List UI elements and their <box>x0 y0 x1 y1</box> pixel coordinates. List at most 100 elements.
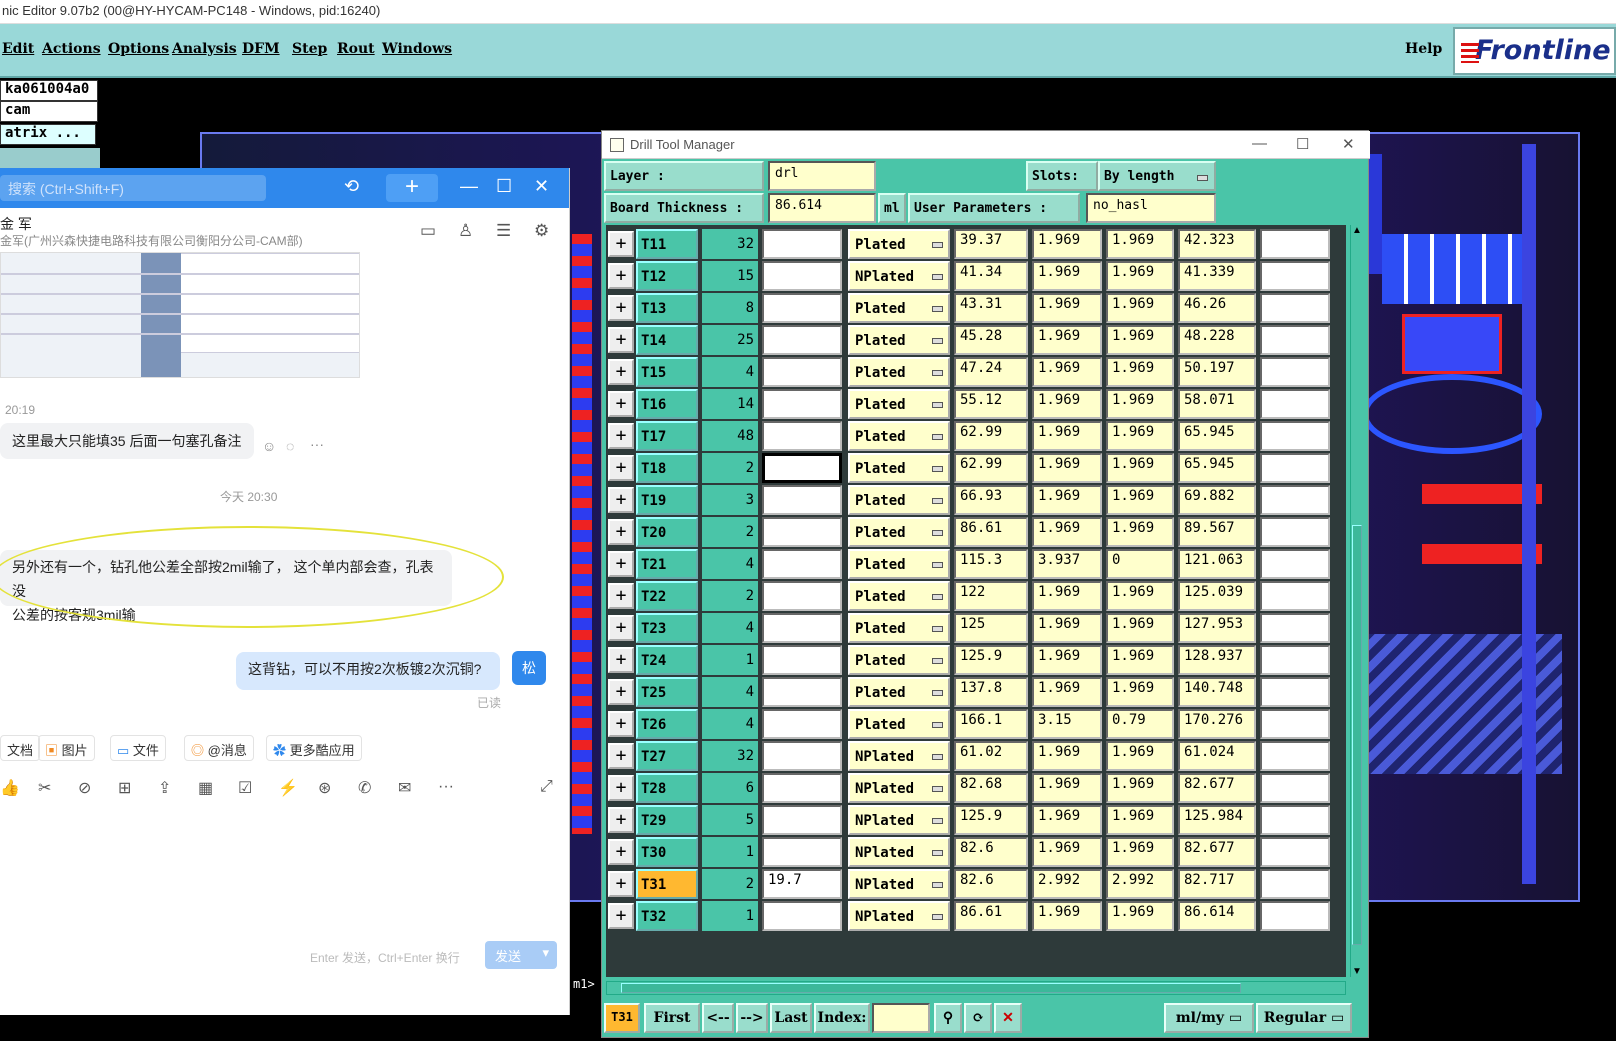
minimize-icon[interactable]: — <box>1252 135 1267 152</box>
type-select[interactable]: NPlated <box>848 773 950 803</box>
drill-size-field[interactable]: 137.8 <box>954 677 1028 707</box>
chat-search-input[interactable]: 搜索 (Ctrl+Shift+F) <box>0 175 266 201</box>
table-row[interactable]: + T25 4 Plated 137.8 1.969 1.969 140.748 <box>606 677 1346 709</box>
refresh-icon[interactable]: ⟳ <box>964 1003 992 1033</box>
slots-select[interactable]: By length <box>1098 161 1216 191</box>
type-select[interactable]: Plated <box>848 613 950 643</box>
drill-result-field[interactable]: 65.945 <box>1178 421 1256 451</box>
extra-field[interactable] <box>1260 741 1330 771</box>
image-message-thumbnail[interactable] <box>0 252 360 378</box>
menu-actions[interactable]: Actions <box>42 41 101 57</box>
tool-name[interactable]: T32 <box>636 901 698 931</box>
tol-plus-field[interactable]: 1.969 <box>1032 677 1102 707</box>
expand-row-icon[interactable]: + <box>608 743 634 769</box>
expand-row-icon[interactable]: + <box>608 263 634 289</box>
expand-row-icon[interactable]: + <box>608 391 634 417</box>
tool-name[interactable]: T20 <box>636 517 698 547</box>
drill-result-field[interactable]: 125.984 <box>1178 805 1256 835</box>
tol-plus-field[interactable]: 1.969 <box>1032 613 1102 643</box>
task-icon[interactable]: ☑ <box>238 778 252 798</box>
history-icon[interactable]: ⟲ <box>344 176 359 197</box>
layer-field[interactable]: drl <box>768 161 876 191</box>
slash-icon[interactable]: ⊘ <box>78 778 91 798</box>
expand-row-icon[interactable]: + <box>608 231 634 257</box>
next-button[interactable]: --> <box>736 1003 768 1033</box>
finish-size-field[interactable] <box>762 645 842 675</box>
expand-row-icon[interactable]: + <box>608 615 634 641</box>
finish-size-field[interactable] <box>762 741 842 771</box>
tool-name[interactable]: T27 <box>636 741 698 771</box>
folder-icon[interactable]: ▭ <box>420 221 436 241</box>
calendar-icon[interactable]: ▦ <box>198 778 213 798</box>
menu-rout[interactable]: Rout <box>337 41 375 57</box>
extra-field[interactable] <box>1260 869 1330 899</box>
menu-step[interactable]: Step <box>292 41 327 57</box>
tol-plus-field[interactable]: 1.969 <box>1032 421 1102 451</box>
type-select[interactable]: NPlated <box>848 837 950 867</box>
drill-result-field[interactable]: 86.614 <box>1178 901 1256 931</box>
gear-icon[interactable]: ⚙ <box>534 221 549 241</box>
type-select[interactable]: Plated <box>848 581 950 611</box>
extra-field[interactable] <box>1260 229 1330 259</box>
tool-name[interactable]: T13 <box>636 293 698 323</box>
table-row[interactable]: + T21 4 Plated 115.3 3.937 0 121.063 <box>606 549 1346 581</box>
tol-minus-field[interactable]: 1.969 <box>1106 357 1174 387</box>
tol-minus-field[interactable]: 1.969 <box>1106 421 1174 451</box>
type-select[interactable]: Plated <box>848 549 950 579</box>
type-select[interactable]: NPlated <box>848 901 950 931</box>
expand-row-icon[interactable]: + <box>608 455 634 481</box>
doc-add-icon[interactable]: ⊞ <box>118 778 131 798</box>
type-select[interactable]: Plated <box>848 421 950 451</box>
more-icon[interactable]: ··· <box>310 436 324 452</box>
finish-size-field[interactable] <box>762 421 842 451</box>
finish-size-field[interactable]: 19.7 <box>762 869 842 899</box>
table-row[interactable]: + T20 2 Plated 86.61 1.969 1.969 89.567 <box>606 517 1346 549</box>
tool-name[interactable]: T25 <box>636 677 698 707</box>
table-row[interactable]: + T23 4 Plated 125 1.969 1.969 127.953 <box>606 613 1346 645</box>
table-row[interactable]: + T22 2 Plated 122 1.969 1.969 125.039 <box>606 581 1346 613</box>
extra-field[interactable] <box>1260 581 1330 611</box>
drill-result-field[interactable]: 128.937 <box>1178 645 1256 675</box>
tol-minus-field[interactable]: 1.969 <box>1106 261 1174 291</box>
extra-field[interactable] <box>1260 421 1330 451</box>
tol-minus-field[interactable]: 0 <box>1106 549 1174 579</box>
expand-row-icon[interactable]: + <box>608 551 634 577</box>
tool-name[interactable]: T11 <box>636 229 698 259</box>
table-row[interactable]: + T18 2 Plated 62.99 1.969 1.969 65.945 <box>606 453 1346 485</box>
tol-plus-field[interactable]: 1.969 <box>1032 389 1102 419</box>
extra-field[interactable] <box>1260 293 1330 323</box>
link-icon[interactable]: ⊛ <box>318 778 331 798</box>
drill-result-field[interactable]: 48.228 <box>1178 325 1256 355</box>
tool-name[interactable]: T31 <box>636 869 698 899</box>
type-select[interactable]: Plated <box>848 645 950 675</box>
menu-windows[interactable]: Windows <box>382 41 452 57</box>
tool-name[interactable]: T17 <box>636 421 698 451</box>
extra-field[interactable] <box>1260 325 1330 355</box>
extra-field[interactable] <box>1260 901 1330 931</box>
more-icon[interactable]: ··· <box>438 778 454 796</box>
tol-plus-field[interactable]: 1.969 <box>1032 805 1102 835</box>
tol-minus-field[interactable]: 2.992 <box>1106 869 1174 899</box>
mail-icon[interactable]: ✉ <box>398 778 411 798</box>
tol-plus-field[interactable]: 1.969 <box>1032 645 1102 675</box>
mode-select[interactable]: Regular ▭ <box>1256 1003 1352 1033</box>
expand-row-icon[interactable]: + <box>608 903 634 929</box>
drill-size-field[interactable]: 41.34 <box>954 261 1028 291</box>
extra-field[interactable] <box>1260 805 1330 835</box>
type-select[interactable]: NPlated <box>848 869 950 899</box>
expand-row-icon[interactable]: + <box>608 807 634 833</box>
send-button[interactable]: 发送 ▾ <box>485 941 557 969</box>
more-apps-chip[interactable]: ✿ 更多酷应用 <box>266 735 362 761</box>
mention-chip[interactable]: ◎ @消息 <box>184 735 254 761</box>
expand-row-icon[interactable]: + <box>608 679 634 705</box>
tol-plus-field[interactable]: 3.937 <box>1032 549 1102 579</box>
tol-plus-field[interactable]: 1.969 <box>1032 485 1102 515</box>
message-bubble[interactable]: 这里最大只能填35 后面一句塞孔备注 <box>0 423 254 459</box>
type-select[interactable]: Plated <box>848 677 950 707</box>
table-row[interactable]: + T29 5 NPlated 125.9 1.969 1.969 125.984 <box>606 805 1346 837</box>
drill-result-field[interactable]: 125.039 <box>1178 581 1256 611</box>
tool-name[interactable]: T30 <box>636 837 698 867</box>
drill-size-field[interactable]: 115.3 <box>954 549 1028 579</box>
table-row[interactable]: + T30 1 NPlated 82.6 1.969 1.969 82.677 <box>606 837 1346 869</box>
drill-size-field[interactable]: 82.6 <box>954 869 1028 899</box>
